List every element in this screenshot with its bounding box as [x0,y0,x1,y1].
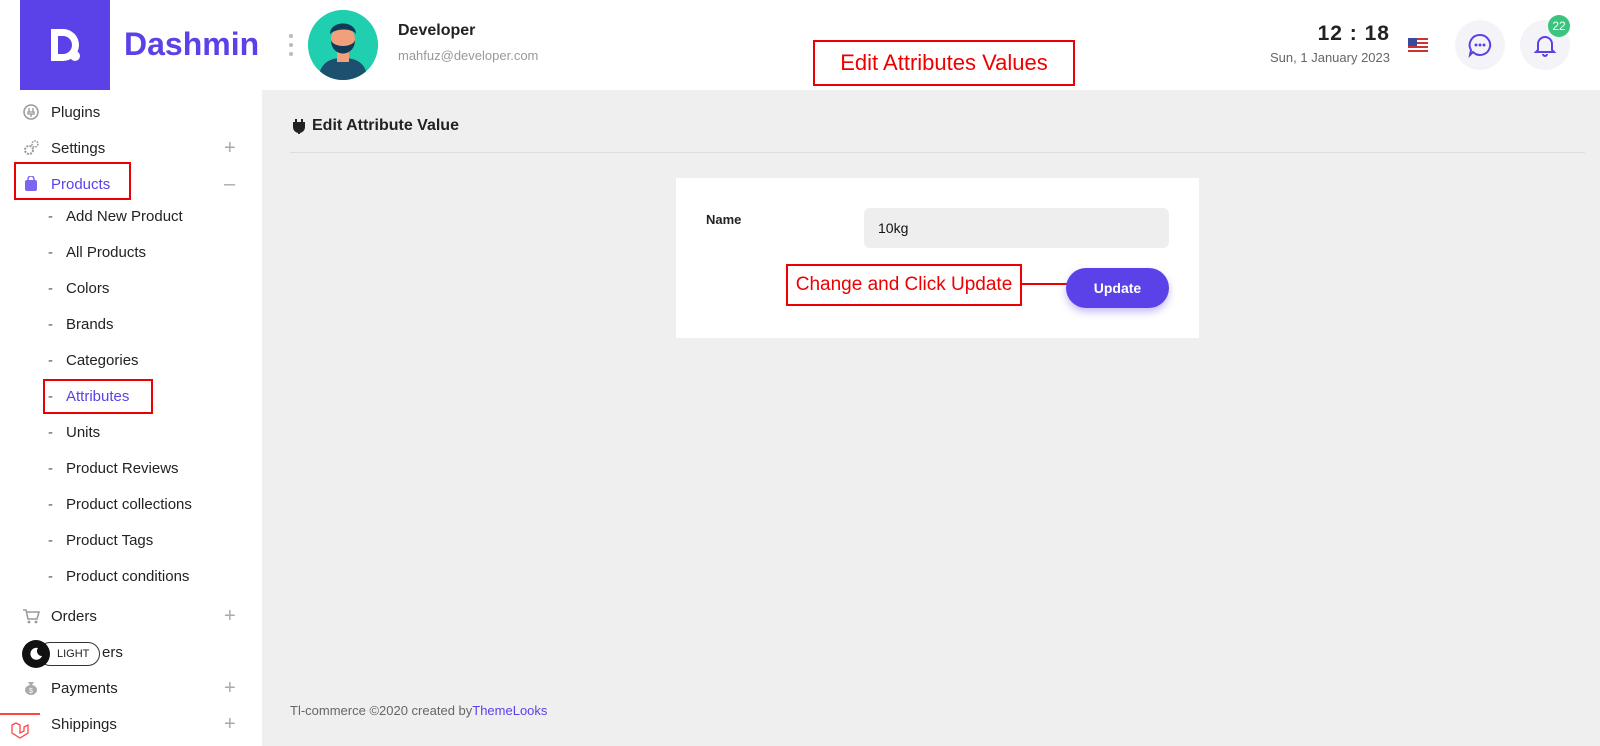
notification-badge: 22 [1548,15,1570,37]
sidebar-item-plugins[interactable]: Plugins [0,98,262,126]
themelooks-link[interactable]: ThemeLooks [472,703,547,718]
expand-icon[interactable]: + [224,138,236,158]
money-bag-icon: $ [22,679,40,697]
expand-icon[interactable]: + [224,714,236,734]
expand-icon[interactable]: + [224,606,236,626]
clock: 12 : 18 [1317,22,1390,45]
top-header: Dashmin Developer mahfuz@developer.com E… [0,0,1600,90]
brand-name: Dashmin [124,26,260,62]
sidebar-subitem-colors[interactable]: - Colors [0,275,262,301]
sidebar-toggle-icon[interactable] [288,34,294,56]
update-button[interactable]: Update [1066,268,1169,308]
sidebar-subitem-categories[interactable]: - Categories [0,347,262,373]
sidebar-subitem-product-collections[interactable]: - Product collections [0,491,262,517]
sidebar-subitem-product-tags[interactable]: - Product Tags [0,527,262,553]
sidebar-subitem-brands[interactable]: - Brands [0,311,262,337]
sidebar-subitem-product-reviews[interactable]: - Product Reviews [0,455,262,481]
divider [290,152,1585,153]
sidebar-item-payments[interactable]: $ Payments + [0,674,262,702]
date: Sun, 1 January 2023 [1270,50,1390,65]
annotation-arrow [1022,283,1070,285]
svg-text:$: $ [29,688,33,695]
chat-icon [1468,33,1492,58]
annotation-attributes-box [43,379,153,414]
name-input[interactable] [864,208,1169,248]
sidebar-subitem-units[interactable]: - Units [0,419,262,445]
us-flag-icon[interactable] [1408,38,1428,52]
annotation-products-box [14,162,131,200]
avatar[interactable] [308,10,378,80]
sidebar-subitem-product-conditions[interactable]: - Product conditions [0,563,262,589]
user-name: Developer [398,22,476,39]
edit-form-card [676,178,1199,338]
annotation-edit-attributes: Edit Attributes Values [813,40,1075,86]
name-label: Name [706,212,742,227]
plug-icon [293,119,305,134]
avatar-illustration [308,10,378,80]
theme-toggle[interactable]: LIGHT [22,640,101,668]
expand-icon[interactable]: + [224,678,236,698]
moon-icon [22,640,50,668]
annotation-change-update: Change and Click Update [786,264,1022,306]
laravel-icon[interactable] [0,713,40,746]
logo-icon [51,29,80,61]
gear-icon [22,139,40,157]
plug-icon [22,103,40,121]
cart-icon [22,607,40,625]
chat-button[interactable] [1455,20,1505,70]
footer: Tl-commerce ©2020 created byThemeLooks [290,703,548,718]
sidebar-item-settings[interactable]: Settings + [0,134,262,162]
sidebar-subitem-add-new-product[interactable]: - Add New Product [0,203,262,229]
user-email: mahfuz@developer.com [398,48,539,63]
sidebar-subitem-all-products[interactable]: - All Products [0,239,262,265]
collapse-icon[interactable]: – [224,174,235,194]
page-title: Edit Attribute Value [292,117,459,135]
logo[interactable] [20,0,110,90]
sidebar-item-orders[interactable]: Orders + [0,602,262,630]
